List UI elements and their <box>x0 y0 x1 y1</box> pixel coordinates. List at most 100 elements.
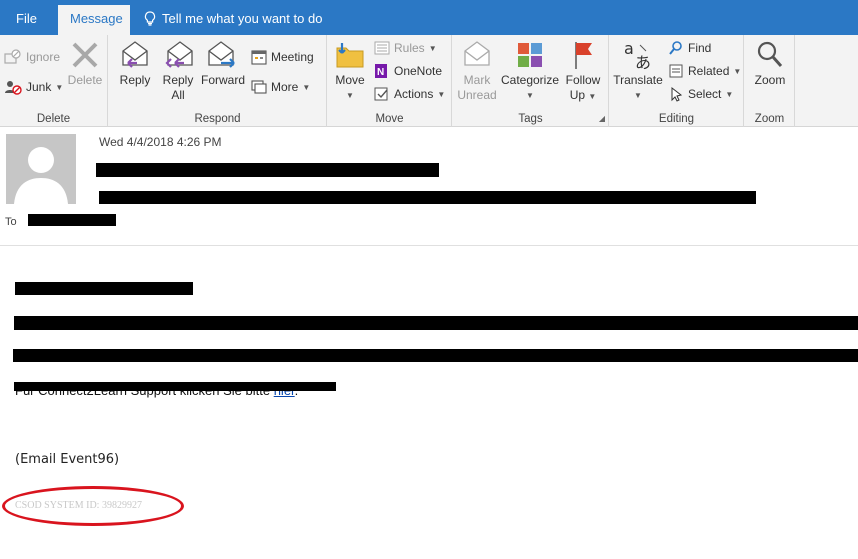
chevron-down-icon: ▼ <box>733 66 742 76</box>
mark-unread-icon <box>464 41 490 66</box>
redacted-body-line-1 <box>14 316 858 330</box>
reply-label: Reply <box>119 73 151 87</box>
select-label: Select <box>688 87 722 101</box>
translate-icon: aあ <box>624 39 651 71</box>
find-button[interactable]: Find <box>668 38 711 58</box>
delete-group-label: Delete <box>36 113 71 125</box>
rules-button[interactable]: Rules ▼ <box>374 38 437 58</box>
ribbon: Ignore Junk ▼ Delete Delete Reply Reply A… <box>0 35 858 127</box>
chevron-down-icon: ▼ <box>55 82 64 92</box>
zoom-group: Zoom Zoom <box>745 35 795 127</box>
more-icon <box>251 80 267 94</box>
zoom-button[interactable]: Zoom <box>749 39 791 88</box>
categorize-button[interactable]: Categorize ▼ <box>499 39 561 103</box>
mark-unread-button[interactable]: Mark Unread <box>455 39 499 103</box>
chevron-down-icon: ▼ <box>346 91 354 100</box>
move-group-label: Move <box>375 113 404 125</box>
zoom-group-label: Zoom <box>754 113 785 125</box>
onenote-icon: N <box>375 64 387 78</box>
red-annotation-ellipse <box>2 486 184 526</box>
select-button[interactable]: Select ▼ <box>668 84 733 104</box>
categorize-label: Categorize <box>500 73 560 87</box>
ignore-icon <box>4 49 21 64</box>
onenote-button[interactable]: N OneNote <box>374 61 442 81</box>
forward-icon <box>208 41 235 68</box>
magnifier-icon <box>757 41 783 67</box>
flag-icon <box>575 42 592 69</box>
delete-group: Ignore Junk ▼ Delete Delete <box>0 35 108 127</box>
chevron-down-icon: ▼ <box>437 89 446 99</box>
find-icon <box>669 41 682 55</box>
cursor-icon <box>671 86 683 102</box>
email-event-label: (Email Event96) <box>15 452 120 467</box>
chevron-down-icon: ▼ <box>526 91 534 100</box>
reply-icon <box>122 41 148 68</box>
ignore-button[interactable]: Ignore <box>4 47 60 67</box>
delete-button[interactable]: Delete <box>66 39 104 88</box>
actions-label: Actions <box>394 87 434 101</box>
reply-button[interactable]: Reply <box>115 39 155 88</box>
more-label: More <box>271 80 299 94</box>
tags-group: Mark Unread Categorize ▼ Follow Up ▼ ◢ Tag… <box>453 35 609 127</box>
calendar-icon <box>251 50 267 65</box>
svg-text:N: N <box>377 67 384 78</box>
follow-up-button[interactable]: Follow Up ▼ <box>561 39 605 104</box>
chevron-down-icon: ▼ <box>428 43 437 53</box>
forward-button[interactable]: Forward <box>199 39 247 88</box>
rules-icon <box>374 41 390 55</box>
respond-group-label: Respond <box>194 113 241 125</box>
ribbon-tab-bar: File Message Tell me what you want to do <box>0 0 858 35</box>
redacted-sender <box>96 163 439 177</box>
respond-group: Reply Reply All Forward Meeting More ▼ Re… <box>109 35 327 127</box>
sender-avatar <box>6 134 76 204</box>
svg-text:あ: あ <box>635 53 651 71</box>
mark-unread-label: Mark Unread <box>457 73 497 102</box>
rules-label: Rules <box>394 41 425 55</box>
reply-all-icon <box>165 41 193 68</box>
more-button[interactable]: More ▼ <box>251 77 310 97</box>
follow-up-label: Follow Up ▼ <box>565 73 601 102</box>
to-label: To <box>5 216 17 228</box>
zoom-label: Zoom <box>754 73 786 87</box>
chevron-down-icon: ▼ <box>725 89 734 99</box>
chevron-down-icon: ▼ <box>302 82 311 92</box>
folder-move-icon <box>336 43 364 68</box>
meeting-button[interactable]: Meeting <box>251 47 314 67</box>
junk-icon <box>5 81 22 95</box>
svg-text:a: a <box>624 39 634 58</box>
related-icon <box>669 64 683 78</box>
junk-label: Junk <box>26 80 52 94</box>
tell-me-search[interactable]: Tell me what you want to do <box>144 11 322 26</box>
tab-message[interactable]: Message <box>58 5 130 35</box>
onenote-label: OneNote <box>394 64 443 78</box>
categorize-icon <box>518 43 542 67</box>
translate-label: Translate <box>613 73 663 87</box>
move-group: Move ▼ Rules ▼ N OneNote Actions ▼ Move <box>328 35 452 127</box>
forward-label: Forward <box>200 73 245 87</box>
find-label: Find <box>688 41 712 55</box>
junk-button[interactable]: Junk ▼ <box>4 77 63 97</box>
tab-file[interactable]: File <box>4 5 49 35</box>
tell-me-label: Tell me what you want to do <box>162 11 323 26</box>
redacted-greeting <box>15 282 193 295</box>
redacted-subject <box>99 191 756 204</box>
editing-group: aあ Translate ▼ Find Related ▼ Select ▼ E… <box>610 35 744 127</box>
lightbulb-icon <box>144 11 156 26</box>
redacted-body-line-2 <box>13 349 858 362</box>
person-silhouette-icon <box>14 147 68 204</box>
meeting-label: Meeting <box>271 50 314 64</box>
message-date: Wed 4/4/2018 4:26 PM <box>99 135 222 149</box>
chevron-down-icon: ▼ <box>634 91 642 100</box>
redacted-recipient <box>28 214 116 226</box>
actions-button[interactable]: Actions ▼ <box>374 84 445 104</box>
message-body: Für Connect2Learn Support klicken Sie bi… <box>0 246 858 559</box>
reply-all-label: Reply All <box>162 73 194 102</box>
reply-all-button[interactable]: Reply All <box>157 39 199 103</box>
related-label: Related <box>688 64 730 78</box>
related-button[interactable]: Related ▼ <box>668 61 741 81</box>
delete-label: Delete <box>67 73 103 87</box>
delete-x-icon <box>72 42 98 68</box>
translate-button[interactable]: aあ Translate ▼ <box>612 39 664 103</box>
message-header: Wed 4/4/2018 4:26 PM To <box>0 128 858 246</box>
move-button[interactable]: Move ▼ <box>332 39 368 103</box>
